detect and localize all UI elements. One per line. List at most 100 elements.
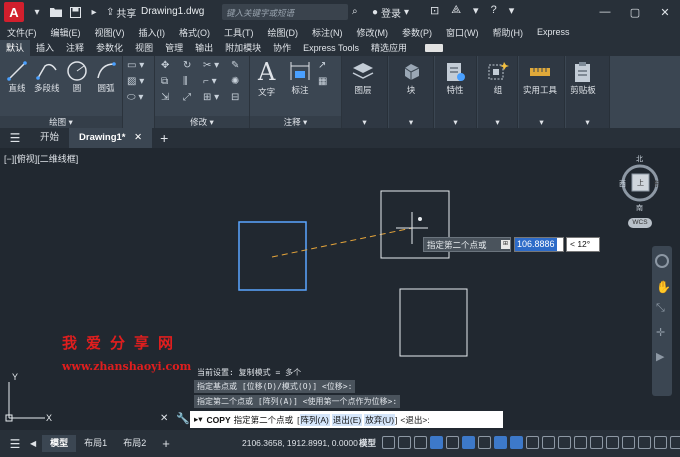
block-panel[interactable]: 块 ▾ <box>389 56 434 128</box>
menu-item[interactable]: 参数(P) <box>395 26 439 39</box>
menu-item[interactable]: 标注(N) <box>305 26 350 39</box>
dynamic-input-icon[interactable] <box>430 436 443 449</box>
object-snap-tracking-icon[interactable] <box>494 436 507 449</box>
ribbon-tab[interactable]: 注释 <box>60 40 90 56</box>
orbit-icon[interactable]: ✛ <box>656 326 665 339</box>
save-icon[interactable] <box>69 6 81 18</box>
command-prompt-icon[interactable]: ▸▾ <box>194 414 203 425</box>
grid-icon[interactable] <box>382 436 395 449</box>
fillet-icon[interactable]: ⌐ ▾ <box>203 76 217 87</box>
ellipse-icon[interactable]: ⬭ ▾ <box>127 92 143 103</box>
tab-start[interactable]: 开始 <box>30 128 69 148</box>
draw-panel-label[interactable]: 绘图 ▾ <box>0 116 122 128</box>
command-option-undo[interactable]: 放弃(U) <box>364 413 396 426</box>
menu-item[interactable]: 视图(V) <box>88 26 132 39</box>
transparency-icon[interactable] <box>542 436 555 449</box>
ribbon-tab[interactable]: 插入 <box>30 40 60 56</box>
quick-properties-icon[interactable] <box>622 436 635 449</box>
chevron-down-icon[interactable]: ▾ <box>473 4 479 17</box>
isolate-objects-icon[interactable] <box>638 436 651 449</box>
annotation-scale-icon[interactable] <box>574 436 587 449</box>
annotation-panel-label[interactable]: 注释 ▾ <box>250 116 341 128</box>
ribbon-tab[interactable]: Express Tools <box>297 40 365 56</box>
menu-item[interactable]: Express <box>530 27 577 37</box>
hardware-acceleration-icon[interactable] <box>654 436 667 449</box>
steering-wheel-icon[interactable] <box>655 254 669 268</box>
mirror-icon[interactable]: ⫼ <box>183 76 188 87</box>
model-space-button[interactable]: 模型 <box>359 437 376 449</box>
menu-item[interactable]: 修改(M) <box>350 26 396 39</box>
cart-icon[interactable]: ⊡ <box>430 4 439 17</box>
viewcube-west[interactable]: 西 <box>619 179 626 189</box>
menu-item[interactable]: 编辑(E) <box>44 26 88 39</box>
quick-access-dropdown-icon[interactable]: ▸ <box>88 6 100 18</box>
drawing-canvas[interactable]: [−][俯视][二维线框] 北 南 西 东 上 WCS ✋ ⤡ ✛ ▶ Y X … <box>0 148 680 430</box>
rectangle-icon[interactable]: ▭ ▾ <box>127 60 144 71</box>
pan-hand-icon[interactable]: ✋ <box>656 280 671 294</box>
distance-input[interactable]: 106.8886 <box>514 237 564 252</box>
circle-tool[interactable]: 圆 <box>66 60 88 94</box>
workspace-icon[interactable] <box>590 436 603 449</box>
ortho-icon[interactable] <box>446 436 459 449</box>
group-panel[interactable]: 组 ▾ <box>478 56 518 128</box>
search-input[interactable]: 键入关键字或短语 <box>222 4 348 20</box>
wrench-icon[interactable]: 🔧 <box>176 412 190 425</box>
coordinate-readout[interactable]: 2106.3658, 1912.8991, 0.0000 <box>242 438 358 448</box>
isodraft-icon[interactable] <box>478 436 491 449</box>
properties-panel[interactable]: 特性 ▾ <box>435 56 477 128</box>
explode-icon[interactable]: ✺ <box>231 76 239 87</box>
tab-drawing1[interactable]: Drawing1* ✕ <box>69 128 153 148</box>
zoom-extents-icon[interactable]: ⤡ <box>656 302 665 315</box>
object-snap-icon[interactable] <box>510 436 523 449</box>
menu-item[interactable]: 帮助(H) <box>486 26 531 39</box>
ribbon-tab[interactable]: 管理 <box>159 40 189 56</box>
hatch-icon[interactable]: ▨ ▾ <box>127 76 144 87</box>
minimize-button[interactable]: — <box>590 0 620 24</box>
close-button[interactable]: ✕ <box>650 0 680 24</box>
hamburger-icon[interactable]: ☰ <box>0 437 30 451</box>
infer-constraints-icon[interactable] <box>414 436 427 449</box>
layers-panel[interactable]: 图层 ▾ <box>342 56 388 128</box>
help-icon[interactable]: ? <box>491 4 497 17</box>
menu-item[interactable]: 文件(F) <box>0 26 44 39</box>
viewcube-north[interactable]: 北 <box>636 154 643 164</box>
trim-icon[interactable]: ✂ ▾ <box>203 60 219 71</box>
ribbon-tab[interactable]: 输出 <box>189 40 219 56</box>
move-icon[interactable]: ✥ <box>161 60 169 71</box>
ribbon-tab[interactable]: 参数化 <box>90 40 129 56</box>
arc-tool[interactable]: 圆弧 <box>95 60 117 94</box>
tab-layout1[interactable]: 布局1 <box>76 435 115 452</box>
menu-item[interactable]: 插入(I) <box>132 26 173 39</box>
dimension-tool[interactable]: 标注 <box>288 60 312 96</box>
hamburger-icon[interactable]: ☰ <box>0 131 30 145</box>
tab-layout2[interactable]: 布局2 <box>115 435 154 452</box>
ribbon-tab[interactable]: 精选应用 <box>365 40 413 56</box>
menu-item[interactable]: 绘图(D) <box>261 26 306 39</box>
lock-icon[interactable]: ⊞ <box>501 240 510 249</box>
app-logo[interactable]: A <box>4 2 24 22</box>
ribbon-minimize-toggle[interactable] <box>425 44 444 52</box>
leader-icon[interactable]: ↗ <box>318 60 326 71</box>
open-folder-icon[interactable] <box>50 6 62 18</box>
ribbon-tab[interactable]: 协作 <box>267 40 297 56</box>
wcs-menu[interactable]: WCS <box>628 218 652 228</box>
menu-item[interactable]: 窗口(W) <box>439 26 486 39</box>
array-icon[interactable]: ⊞ ▾ <box>203 92 219 103</box>
menu-item[interactable]: 格式(O) <box>172 26 217 39</box>
close-icon[interactable]: ✕ <box>160 413 168 424</box>
modify-panel-label[interactable]: 修改 ▾ <box>155 116 249 128</box>
ribbon-tab[interactable]: 附加模块 <box>219 40 267 56</box>
line-tool[interactable]: 直线 <box>6 60 28 94</box>
angle-input[interactable]: < 12° <box>566 237 600 252</box>
scroll-left-icon[interactable]: ◀ <box>30 439 36 448</box>
table-icon[interactable]: ▦ <box>318 76 327 87</box>
copy-icon[interactable]: ⧉ <box>161 76 168 87</box>
menu-item[interactable]: 工具(T) <box>217 26 261 39</box>
ribbon-tab[interactable]: 默认 <box>0 40 31 56</box>
login-button[interactable]: ● 登录 ▾ <box>372 5 409 20</box>
erase-icon[interactable]: ✎ <box>231 60 239 71</box>
share-button[interactable]: ⇪ 共享 <box>106 5 136 20</box>
snap-icon[interactable] <box>398 436 411 449</box>
text-tool[interactable]: A 文字 <box>258 58 275 98</box>
viewcube-top-face[interactable]: 上 <box>637 178 644 188</box>
